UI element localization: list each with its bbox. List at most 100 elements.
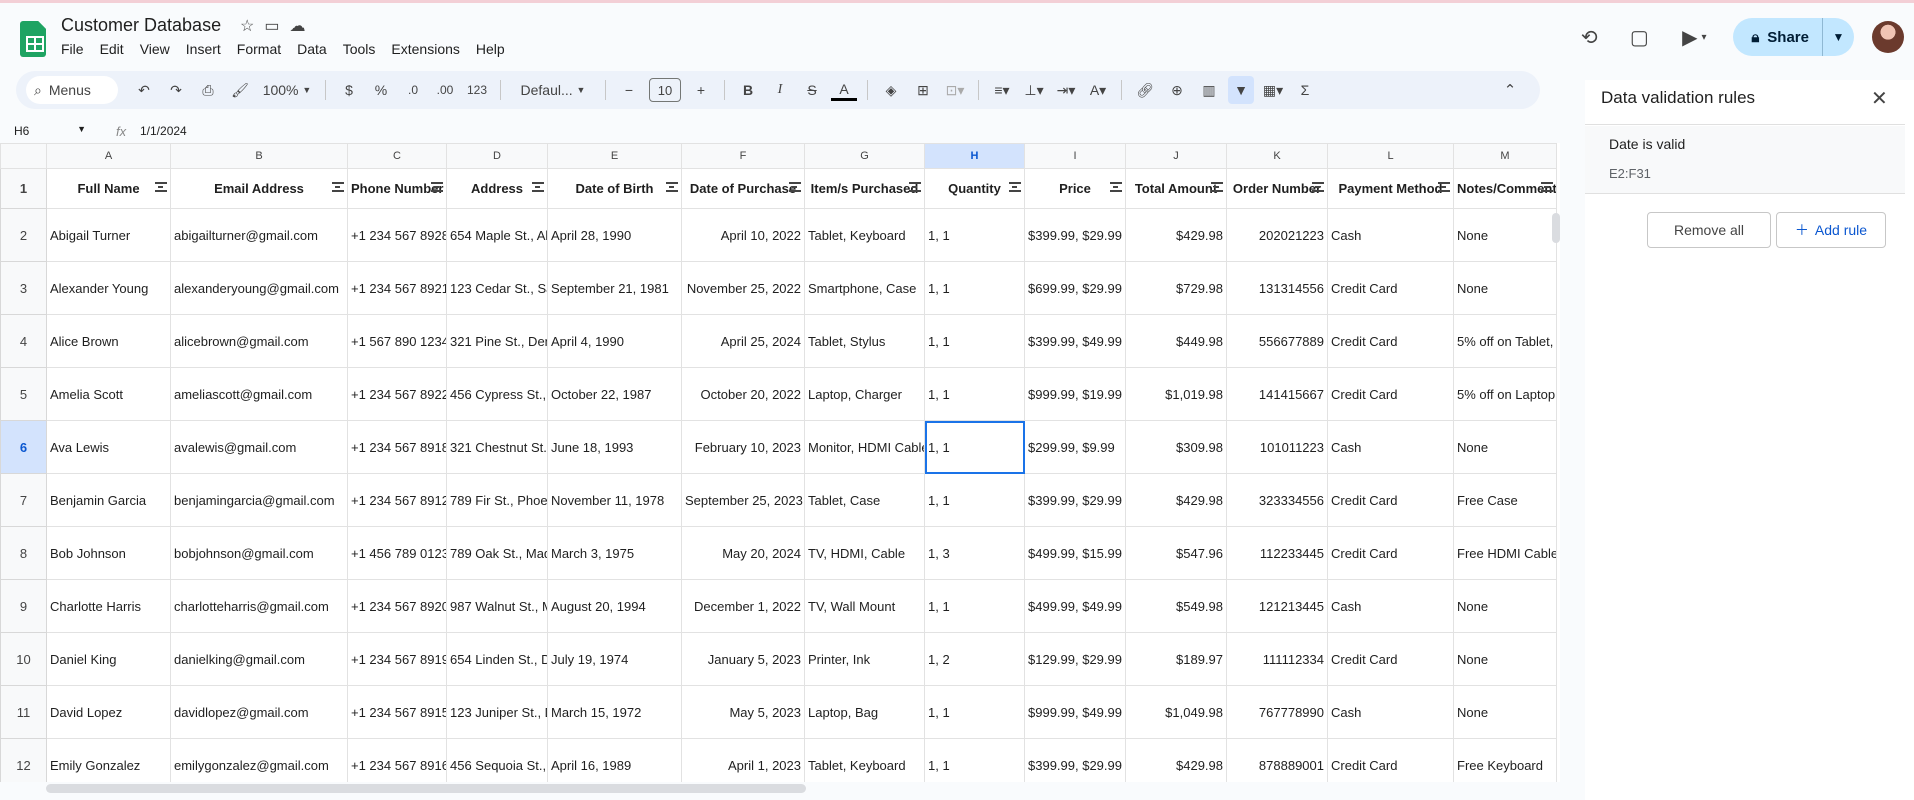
functions-icon[interactable]: Σ [1292, 76, 1318, 104]
cell-k[interactable]: 131314556 [1226, 261, 1328, 315]
row-header[interactable]: 1 [0, 168, 47, 209]
validation-rule-item[interactable]: Date is valid E2:F31 [1585, 126, 1905, 194]
cell-c[interactable]: +1 234 567 8915 [347, 685, 447, 739]
cell-j[interactable]: $549.98 [1125, 579, 1227, 633]
avatar[interactable] [1872, 21, 1904, 53]
header-cell[interactable]: Payment Method [1327, 168, 1454, 209]
cell-i[interactable]: $129.99, $29.99 each [1024, 632, 1126, 686]
cell-g[interactable]: Tablet, Stylus [804, 314, 925, 368]
filter-icon[interactable] [1438, 182, 1450, 192]
horizontal-scrollbar[interactable] [46, 784, 806, 793]
italic-button[interactable]: I [767, 76, 793, 104]
name-box[interactable]: H6 ▼ [0, 124, 94, 138]
cell-d[interactable]: 789 Fir St., Phoenix, AZ 85001 [446, 473, 548, 527]
row-header[interactable]: 2 [0, 208, 47, 262]
row-header[interactable]: 3 [0, 261, 47, 315]
column-header-k[interactable]: K [1226, 143, 1328, 169]
cell-l[interactable]: Cash [1327, 685, 1454, 739]
text-rotation-icon[interactable]: A▾ [1085, 76, 1111, 104]
header-cell[interactable]: Date of Birth [547, 168, 682, 209]
row-header[interactable]: 8 [0, 526, 47, 580]
cell-l[interactable]: Credit Card [1327, 367, 1454, 421]
cell-f[interactable]: October 20, 2022 [681, 367, 805, 421]
meet-video-icon[interactable]: ▶ ▾ [1669, 17, 1719, 57]
column-header-a[interactable]: A [46, 143, 171, 169]
row-header[interactable]: 4 [0, 314, 47, 368]
column-header-l[interactable]: L [1327, 143, 1454, 169]
font-size-input[interactable]: 10 [649, 78, 681, 102]
cell-e[interactable]: April 4, 1990 [547, 314, 682, 368]
cell-g[interactable]: Tablet, Case [804, 473, 925, 527]
sheets-logo-icon[interactable] [20, 21, 46, 57]
cell-f[interactable]: September 25, 2023 [681, 473, 805, 527]
cell-c[interactable]: +1 234 567 8922 [347, 367, 447, 421]
cell-h[interactable]: 1, 1 [924, 208, 1025, 262]
cell-k[interactable]: 556677889 [1226, 314, 1328, 368]
cell-c[interactable]: +1 234 567 8920 [347, 579, 447, 633]
column-header-j[interactable]: J [1125, 143, 1227, 169]
vertical-scrollbar[interactable] [1552, 213, 1560, 243]
merge-cells-icon[interactable]: ⊡▾ [942, 76, 968, 104]
cell-h[interactable]: 1, 1 [924, 367, 1025, 421]
cell-j[interactable]: $1,019.98 [1125, 367, 1227, 421]
document-title[interactable]: Customer Database [61, 15, 221, 36]
cell-k[interactable]: 111112334 [1226, 632, 1328, 686]
cell-k[interactable]: 112233445 [1226, 526, 1328, 580]
filter-icon[interactable] [1312, 182, 1324, 192]
cell-m[interactable]: None [1453, 632, 1557, 686]
cell-e[interactable]: April 28, 1990 [547, 208, 682, 262]
column-header-m[interactable]: M [1453, 143, 1557, 169]
cell-e[interactable]: October 22, 1987 [547, 367, 682, 421]
filter-icon[interactable] [666, 182, 678, 192]
filter-icon[interactable] [789, 182, 801, 192]
cell-a[interactable]: Bob Johnson [46, 526, 171, 580]
cell-e[interactable]: March 3, 1975 [547, 526, 682, 580]
vertical-align-icon[interactable]: ⊥▾ [1021, 76, 1047, 104]
comments-icon[interactable]: ▢ [1619, 17, 1659, 57]
column-header-h[interactable]: H [924, 143, 1025, 169]
cell-d[interactable]: 789 Oak St., Madison, WI 53703 [446, 526, 548, 580]
cell-j[interactable]: $729.98 [1125, 261, 1227, 315]
share-button[interactable]: 🔒︎ Share [1733, 18, 1822, 56]
cell-l[interactable]: Credit Card [1327, 473, 1454, 527]
cell-d[interactable]: 987 Walnut St., Memphis, TN 38101 [446, 579, 548, 633]
cell-c[interactable]: +1 234 567 8928 [347, 208, 447, 262]
font-select[interactable]: Defaul... ▼ [511, 76, 595, 104]
header-cell[interactable]: Date of Purchase [681, 168, 805, 209]
cell-m[interactable]: Free HDMI Cable, Standard Shipping [1453, 526, 1557, 580]
cell-h[interactable]: 1, 1 [924, 738, 1025, 782]
cell-g[interactable]: Laptop, Charger [804, 367, 925, 421]
cell-i[interactable]: $999.99, $19.99 [1024, 367, 1126, 421]
cell-l[interactable]: Credit Card [1327, 526, 1454, 580]
cell-j[interactable]: $547.96 [1125, 526, 1227, 580]
cell-b[interactable]: benjamingarcia@gmail.com [170, 473, 348, 527]
print-icon[interactable]: ⎙ [195, 76, 221, 104]
cell-g[interactable]: Monitor, HDMI Cable [804, 420, 925, 474]
cell-i[interactable]: $399.99, $29.99 [1024, 738, 1126, 782]
cell-h[interactable]: 1, 1 [924, 473, 1025, 527]
close-icon[interactable]: ✕ [1871, 86, 1888, 111]
filter-icon[interactable] [1211, 182, 1223, 192]
row-header[interactable]: 12 [0, 738, 47, 782]
menu-tools[interactable]: Tools [343, 41, 376, 57]
text-color-button[interactable]: A [831, 79, 857, 101]
cell-m[interactable]: None [1453, 420, 1557, 474]
cell-e[interactable]: August 20, 1994 [547, 579, 682, 633]
cell-f[interactable]: April 1, 2023 [681, 738, 805, 782]
cell-b[interactable]: abigailturner@gmail.com [170, 208, 348, 262]
cell-i[interactable]: $399.99, $29.99 [1024, 473, 1126, 527]
cell-e[interactable]: September 21, 1981 [547, 261, 682, 315]
cell-l[interactable]: Cash [1327, 420, 1454, 474]
filter-views-icon[interactable]: ▦▾ [1260, 76, 1286, 104]
cell-a[interactable]: Emily Gonzalez [46, 738, 171, 782]
cell-g[interactable]: Printer, Ink [804, 632, 925, 686]
filter-icon[interactable] [155, 182, 167, 192]
cell-h[interactable]: 1, 1 [924, 579, 1025, 633]
menu-format[interactable]: Format [237, 41, 281, 57]
cell-a[interactable]: Abigail Turner [46, 208, 171, 262]
column-header-f[interactable]: F [681, 143, 805, 169]
cell-a[interactable]: Alexander Young [46, 261, 171, 315]
cell-b[interactable]: charlotteharris@gmail.com [170, 579, 348, 633]
cell-m[interactable]: Free Case [1453, 473, 1557, 527]
cell-f[interactable]: April 25, 2024 [681, 314, 805, 368]
